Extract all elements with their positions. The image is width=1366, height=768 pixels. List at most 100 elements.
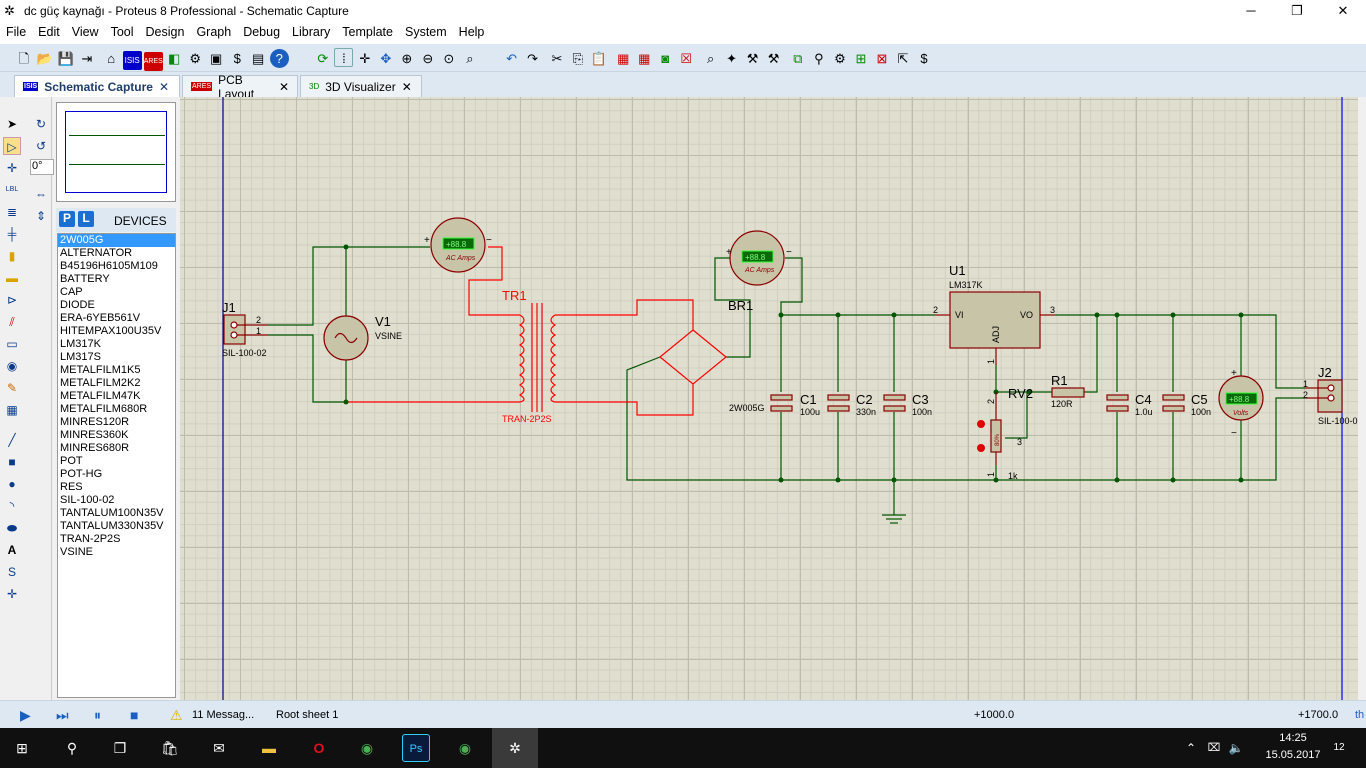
- menu-template[interactable]: Template: [336, 22, 399, 42]
- chrome-icon[interactable]: ◉: [451, 734, 479, 762]
- exit-parent-icon[interactable]: ⇱: [893, 49, 912, 68]
- device-list-item[interactable]: LM317K: [58, 338, 175, 351]
- messages-count[interactable]: 11 Messag...: [192, 709, 254, 721]
- wire-label-icon[interactable]: LBL: [3, 181, 21, 199]
- rotate-clockwise-icon[interactable]: ↻: [32, 115, 50, 133]
- device-list-item[interactable]: 2W005G: [58, 234, 175, 247]
- menu-debug[interactable]: Debug: [237, 22, 286, 42]
- close-icon[interactable]: ✕: [159, 80, 169, 94]
- overview-window[interactable]: [56, 102, 176, 202]
- step-icon[interactable]: ⏭: [56, 707, 69, 724]
- remove-sheet-icon[interactable]: ⊠: [872, 49, 891, 68]
- redo-icon[interactable]: ↷: [523, 49, 542, 68]
- device-list-item[interactable]: B45196H6105M109: [58, 260, 175, 273]
- tab-pcb-layout[interactable]: ARES PCB Layout ✕: [182, 73, 298, 101]
- vsm-icon[interactable]: ▤: [249, 49, 268, 68]
- device-list-item[interactable]: MINRES680R: [58, 442, 175, 455]
- undo-icon[interactable]: ↶: [502, 49, 521, 68]
- cut-icon[interactable]: ✂: [547, 49, 566, 68]
- text-script-icon[interactable]: ≣: [3, 203, 21, 221]
- device-list-item[interactable]: TANTALUM330N35V: [58, 520, 175, 533]
- circle-icon[interactable]: ●: [3, 475, 21, 493]
- subcircuit-icon[interactable]: ▮: [3, 247, 21, 265]
- property-tool-icon[interactable]: ⚙: [830, 49, 849, 68]
- device-list-item[interactable]: ALTERNATOR: [58, 247, 175, 260]
- line-icon[interactable]: ╱: [3, 431, 21, 449]
- graph-icon[interactable]: ⫽: [3, 313, 21, 331]
- device-list-item[interactable]: SIL-100-02: [58, 494, 175, 507]
- device-list-item[interactable]: METALFILM680R: [58, 403, 175, 416]
- windows-start-icon[interactable]: ⊞: [8, 734, 36, 762]
- menu-edit[interactable]: Edit: [32, 22, 66, 42]
- tab-3d-visualizer[interactable]: 3D 3D Visualizer ✕: [300, 75, 422, 97]
- menu-graph[interactable]: Graph: [190, 22, 237, 42]
- pause-icon[interactable]: ⏸: [94, 707, 101, 724]
- task-view-icon[interactable]: ❐: [106, 734, 134, 762]
- device-list-item[interactable]: MINRES120R: [58, 416, 175, 429]
- maximize-button[interactable]: ❐: [1274, 0, 1320, 22]
- device-list-item[interactable]: METALFILM1K5: [58, 364, 175, 377]
- isis-icon[interactable]: ISIS: [122, 51, 142, 70]
- refresh-icon[interactable]: ⟳: [313, 49, 332, 68]
- clock-date[interactable]: 15.05.2017: [1255, 749, 1331, 761]
- search-icon[interactable]: ⚲: [58, 734, 86, 762]
- proteus-taskbar-icon[interactable]: ✲: [492, 728, 538, 768]
- selection-mode-icon[interactable]: ➤: [3, 115, 21, 133]
- bom-icon[interactable]: $: [228, 49, 247, 68]
- design-explorer-icon[interactable]: ▣: [207, 49, 226, 68]
- device-pin-icon[interactable]: ⊳: [3, 291, 21, 309]
- device-list-item[interactable]: MINRES360K: [58, 429, 175, 442]
- wire-autorouter-icon[interactable]: ⧉: [788, 49, 807, 68]
- menu-file[interactable]: File: [0, 22, 32, 42]
- device-list-item[interactable]: POT: [58, 455, 175, 468]
- copy-icon[interactable]: ⎘: [568, 49, 587, 68]
- menu-library[interactable]: Library: [286, 22, 336, 42]
- mirror-vertical-icon[interactable]: ⇕: [32, 207, 50, 225]
- device-list-item[interactable]: POT-HG: [58, 468, 175, 481]
- zoom-in-icon[interactable]: ⊕: [397, 49, 416, 68]
- box-icon[interactable]: ■: [3, 453, 21, 471]
- menu-design[interactable]: Design: [140, 22, 191, 42]
- zoom-area-icon[interactable]: ⌕: [460, 49, 479, 68]
- home-icon[interactable]: ⌂: [102, 49, 121, 68]
- junction-icon[interactable]: ✛: [3, 159, 21, 177]
- schematic-canvas[interactable]: +88.8 +88.8 +88.8 AC Amps AC Amps Volts …: [180, 97, 1358, 700]
- rotation-field[interactable]: 0°: [30, 159, 54, 175]
- photoshop-icon[interactable]: Ps: [402, 734, 430, 762]
- import-icon[interactable]: ⇥: [77, 49, 96, 68]
- stop-icon[interactable]: ■: [130, 707, 138, 723]
- device-list-item[interactable]: TANTALUM100N35V: [58, 507, 175, 520]
- device-list-item[interactable]: DIODE: [58, 299, 175, 312]
- file-explorer-icon[interactable]: ▬: [255, 734, 283, 762]
- mail-icon[interactable]: ✉: [205, 734, 233, 762]
- grid-icon[interactable]: ⁞: [334, 48, 354, 67]
- rotate-anticlockwise-icon[interactable]: ↺: [32, 137, 50, 155]
- search-icon[interactable]: ⚲: [809, 49, 828, 68]
- close-button[interactable]: ✕: [1320, 0, 1366, 22]
- zoom-all-icon[interactable]: ⊙: [439, 49, 458, 68]
- device-list-item[interactable]: HITEMPAX100U35V: [58, 325, 175, 338]
- bus-icon[interactable]: ╪: [3, 225, 21, 243]
- save-icon[interactable]: 💾: [56, 49, 75, 68]
- terminal-icon[interactable]: ▬: [3, 269, 21, 287]
- device-list-item[interactable]: LM317S: [58, 351, 175, 364]
- component-mode-icon[interactable]: ▷: [3, 137, 21, 155]
- new-sheet-icon[interactable]: ⊞: [851, 49, 870, 68]
- device-list-item[interactable]: VSINE: [58, 546, 175, 559]
- ares-icon[interactable]: ARES: [143, 52, 163, 71]
- tab-schematic-capture[interactable]: ISIS Schematic Capture ✕: [14, 75, 180, 97]
- text-icon[interactable]: A: [3, 541, 21, 559]
- netlist-icon[interactable]: $: [914, 49, 933, 68]
- minimize-button[interactable]: ─: [1228, 0, 1274, 22]
- opera-icon[interactable]: O: [305, 734, 333, 762]
- new-icon[interactable]: 🗋: [14, 49, 33, 68]
- mirror-horizontal-icon[interactable]: ⇔: [32, 185, 50, 203]
- block-rotate-icon[interactable]: ◙: [656, 49, 675, 68]
- clock-time[interactable]: 14:25: [1268, 732, 1318, 744]
- generator-icon[interactable]: ◉: [3, 357, 21, 375]
- tape-recorder-icon[interactable]: ▭: [3, 335, 21, 353]
- menu-view[interactable]: View: [66, 22, 105, 42]
- probe-icon[interactable]: ✎: [3, 379, 21, 397]
- paste-icon[interactable]: 📋: [589, 49, 608, 68]
- chrome-icon[interactable]: ◉: [353, 734, 381, 762]
